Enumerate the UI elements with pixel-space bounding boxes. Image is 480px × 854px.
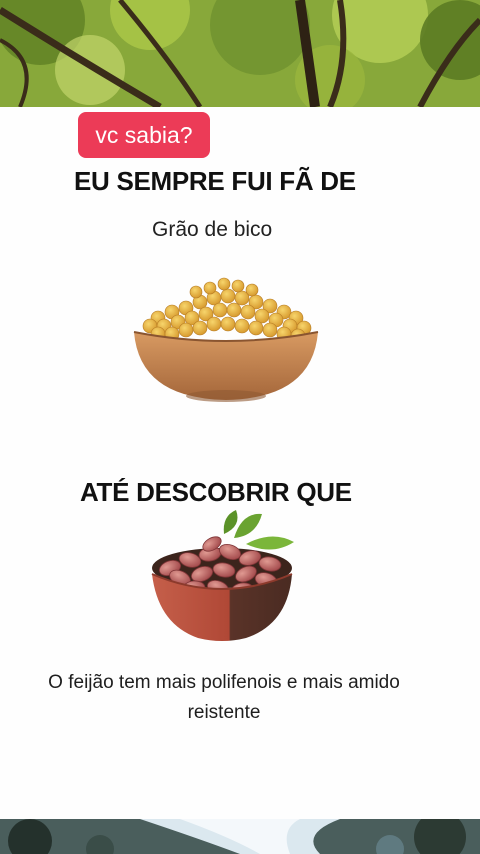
bean-bowl-icon — [150, 508, 300, 651]
footer-fact-text: O feijão tem mais polifenois e mais amid… — [0, 668, 448, 728]
chickpea-label: Grão de bico — [152, 218, 273, 241]
heading-second: ATÉ DESCOBRIR QUE — [80, 477, 352, 507]
vc-sabia-badge: vc sabia? — [78, 112, 210, 158]
heading-first: EU SEMPRE FUI FÃ DE — [74, 166, 356, 196]
forest-canopy-image — [0, 0, 480, 107]
footer-line-1: O feijão tem mais polifenois e mais amid… — [48, 672, 400, 693]
footer-line-2: reistente — [187, 702, 261, 723]
waterfall-image — [0, 819, 480, 854]
chickpea-bowl-icon — [128, 268, 324, 413]
